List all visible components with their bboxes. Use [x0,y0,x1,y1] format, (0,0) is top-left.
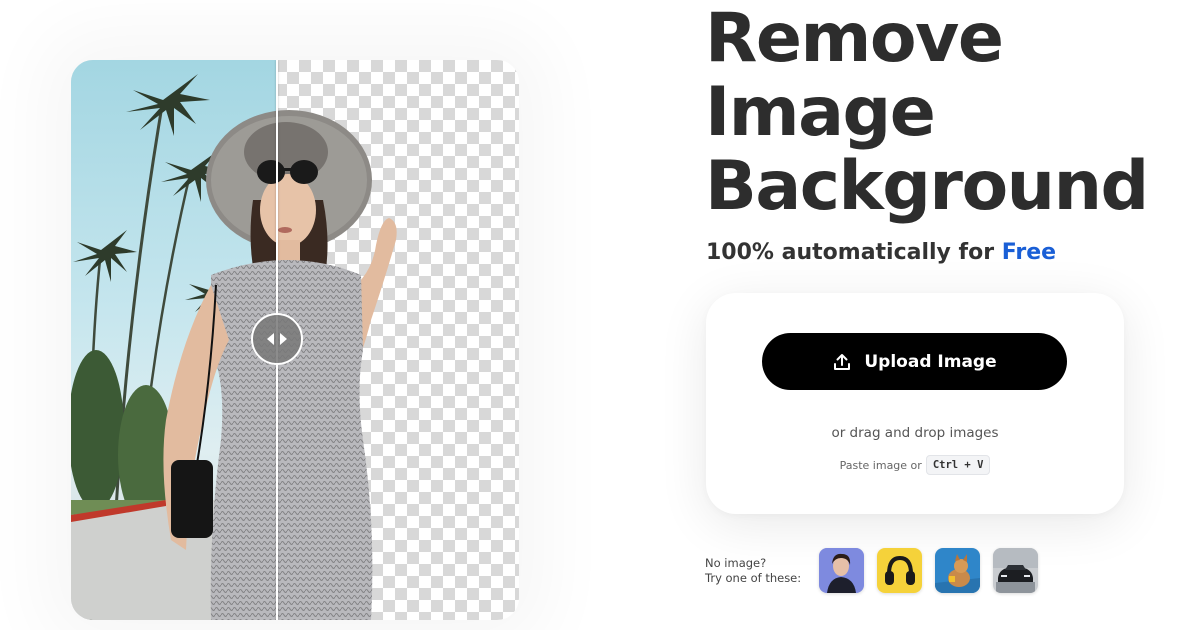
comparison-slider-handle[interactable] [251,313,303,365]
sample-label-line1: No image? [705,556,767,570]
sample-person[interactable] [819,548,864,593]
upload-dropzone[interactable]: Upload Image or drag and drop images Pas… [706,293,1124,514]
dog-thumbnail [935,548,980,593]
hero-title: Remove Image Background [705,0,1149,226]
sample-images-list [819,548,1038,593]
paste-hint-text: Paste image or [839,458,922,472]
hero-title-line3: Background [705,147,1149,226]
person-thumbnail [819,548,864,593]
car-thumbnail [993,548,1038,593]
headphones-thumbnail [877,548,922,593]
original-photo-half [71,60,277,620]
subtitle-free-highlight: Free [1001,240,1057,265]
paste-shortcut-key: Ctrl + V [925,455,991,475]
sample-label-line2: Try one of these: [705,571,802,585]
sample-car[interactable] [993,548,1038,593]
sample-images-label: No image? Try one of these: [705,556,801,586]
sample-headphones[interactable] [877,548,922,593]
hero-title-line1: Remove [705,0,1004,78]
paste-hint: Paste image or Ctrl + V [706,455,1124,475]
left-right-arrows-icon [267,333,287,345]
upload-icon [834,353,851,370]
upload-button-label: Upload Image [864,351,997,372]
before-after-comparison[interactable] [71,60,519,620]
upload-image-button[interactable]: Upload Image [762,333,1067,390]
hero-title-line2: Image [705,73,936,152]
subtitle-prefix: 100% automatically for [706,240,1002,265]
hero-subtitle: 100% automatically for Free [706,240,1056,265]
sample-dog[interactable] [935,548,980,593]
drag-drop-hint: or drag and drop images [831,425,999,441]
